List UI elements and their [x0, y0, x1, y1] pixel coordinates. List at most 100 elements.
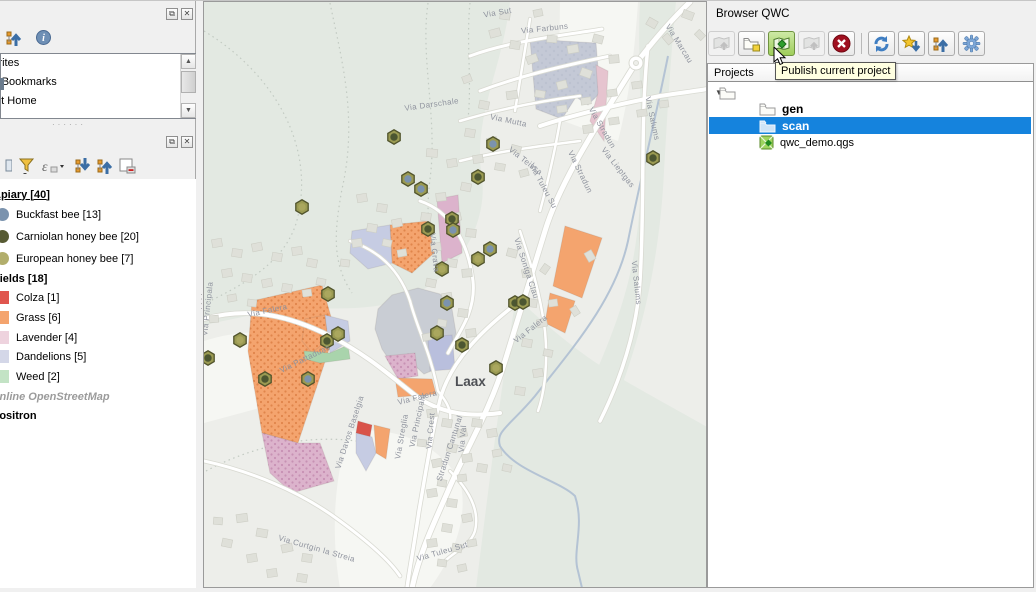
scroll-down-button[interactable]: ▼ — [181, 103, 196, 118]
map-building — [534, 90, 545, 99]
tree-row-scan[interactable]: scan — [709, 117, 1031, 134]
legend-item[interactable]: Positron — [0, 406, 37, 425]
map-building — [509, 40, 520, 50]
map-building — [211, 238, 222, 248]
update-project-button — [798, 31, 825, 56]
browser-item[interactable]: Project Home — [0, 92, 195, 111]
map-building — [457, 474, 467, 482]
legend-item[interactable]: European honey bee [7] — [0, 249, 133, 268]
qgis-window: { "left_top_panel": { "toolbar": [ {"nam… — [0, 0, 1036, 587]
fill-swatch — [0, 370, 9, 383]
close-panel-button[interactable]: ✕ — [181, 8, 193, 20]
map-building — [316, 278, 326, 287]
map-building — [382, 239, 392, 248]
panel-splitter-handle[interactable]: ······ — [52, 120, 86, 129]
map-canvas[interactable]: Via SutVia FarbunsVia DarschaleVia Marca… — [203, 1, 707, 588]
map-building — [266, 568, 277, 577]
legend-item[interactable]: Apiary [40] — [0, 185, 50, 204]
legend-item[interactable]: Fields [18] — [0, 269, 47, 288]
map-building — [632, 81, 643, 89]
map-building — [471, 418, 482, 427]
map-building — [476, 463, 487, 473]
map-building — [557, 105, 568, 113]
removerule-button[interactable] — [119, 158, 136, 179]
bee-marker-european — [234, 333, 246, 347]
collapse-button[interactable] — [97, 158, 115, 179]
browser-panel-left: ⧉ ✕ i FavoritesSpatial BookmarksProject … — [0, 1, 196, 131]
info-button[interactable]: i — [36, 30, 51, 51]
map-building — [426, 488, 437, 498]
settings-button[interactable] — [958, 31, 985, 56]
float-panel-button[interactable]: ⧉ — [166, 8, 178, 20]
item-label: Favorites — [0, 54, 19, 73]
map-building — [446, 158, 457, 168]
browser-item[interactable]: Favorites — [0, 54, 195, 73]
map-building — [426, 538, 437, 547]
add-favorite-button[interactable] — [898, 31, 925, 56]
map-building — [391, 218, 402, 228]
layers-panel: ⧉ ✕ ε Apiary [40]Buckfast bee [13] Carnio… — [0, 131, 196, 588]
point-swatch — [0, 230, 9, 243]
legend-item[interactable]: Lavender [4] — [0, 328, 77, 347]
map-building — [637, 109, 648, 117]
map-building — [221, 538, 232, 548]
fill-swatch — [0, 331, 9, 344]
map-building — [543, 349, 553, 358]
collapse-all-button[interactable] — [928, 31, 955, 56]
legend-item[interactable]: Online OpenStreetMap — [0, 387, 110, 406]
map-building — [547, 35, 558, 43]
map-building — [436, 192, 447, 201]
map-panel-splitter[interactable]: ···· — [196, 1, 203, 588]
map-building — [302, 289, 312, 297]
bee-marker-buckfast — [441, 296, 453, 310]
map-building — [514, 386, 525, 395]
tree-row-qwc_demo-qgs[interactable]: qwc_demo.qgs — [709, 134, 1031, 151]
svg-text:ε: ε — [42, 160, 48, 174]
partial-button[interactable] — [4, 158, 12, 178]
map-building — [301, 553, 312, 562]
close-panel-button[interactable]: ✕ — [181, 136, 193, 148]
collapse-all-button[interactable] — [6, 30, 24, 51]
browser-toolbar: i — [6, 30, 51, 51]
map-building — [437, 559, 447, 567]
new-folder-button[interactable] — [738, 31, 765, 56]
bee-marker-european — [322, 287, 334, 301]
map-building — [472, 154, 483, 163]
map-building — [251, 242, 262, 252]
filter-button[interactable] — [18, 157, 35, 179]
refresh-button[interactable] — [868, 31, 895, 56]
map-building — [246, 553, 257, 563]
legend-item[interactable]: Grass [6] — [0, 308, 61, 327]
legend-label: Fields [18] — [0, 273, 47, 285]
expand-button[interactable] — [75, 158, 93, 179]
scroll-up-button[interactable]: ▲ — [181, 54, 196, 69]
map-building — [221, 268, 232, 278]
item-label: Spatial Bookmarks — [0, 73, 57, 92]
map-building — [271, 252, 282, 262]
delete-project-button[interactable] — [828, 31, 855, 56]
map-building — [478, 100, 489, 110]
tree-row-gen[interactable]: gen — [709, 100, 1031, 117]
item-label: Project Home — [0, 92, 37, 111]
map-building — [236, 513, 248, 522]
map-building — [397, 249, 407, 257]
layers-legend: Apiary [40]Buckfast bee [13] Carniolan ho… — [0, 179, 197, 588]
map-building — [340, 259, 350, 267]
float-panel-button[interactable]: ⧉ — [166, 136, 178, 148]
fill-swatch — [0, 291, 9, 304]
legend-item[interactable]: Carniolan honey bee [20] — [0, 227, 139, 246]
scroll-thumb[interactable] — [181, 71, 196, 93]
legend-item[interactable]: Buckfast bee [13] — [0, 205, 101, 224]
legend-item[interactable]: Dandelions [5] — [0, 347, 86, 366]
legend-item[interactable]: Colza [1] — [0, 288, 59, 307]
browser-item[interactable]: Spatial Bookmarks — [0, 73, 195, 92]
expression-button[interactable]: ε — [41, 158, 65, 179]
tree-row-root[interactable]: ▼ — [709, 84, 1031, 101]
legend-item[interactable]: Weed [2] — [0, 367, 60, 386]
qwc-toolbar — [708, 31, 985, 56]
map-building — [609, 117, 620, 125]
bee-marker-european — [472, 252, 484, 266]
map-building — [464, 128, 475, 138]
browser-list-scrollbar[interactable]: ▲ ▼ — [180, 54, 196, 118]
map-building — [457, 308, 468, 317]
